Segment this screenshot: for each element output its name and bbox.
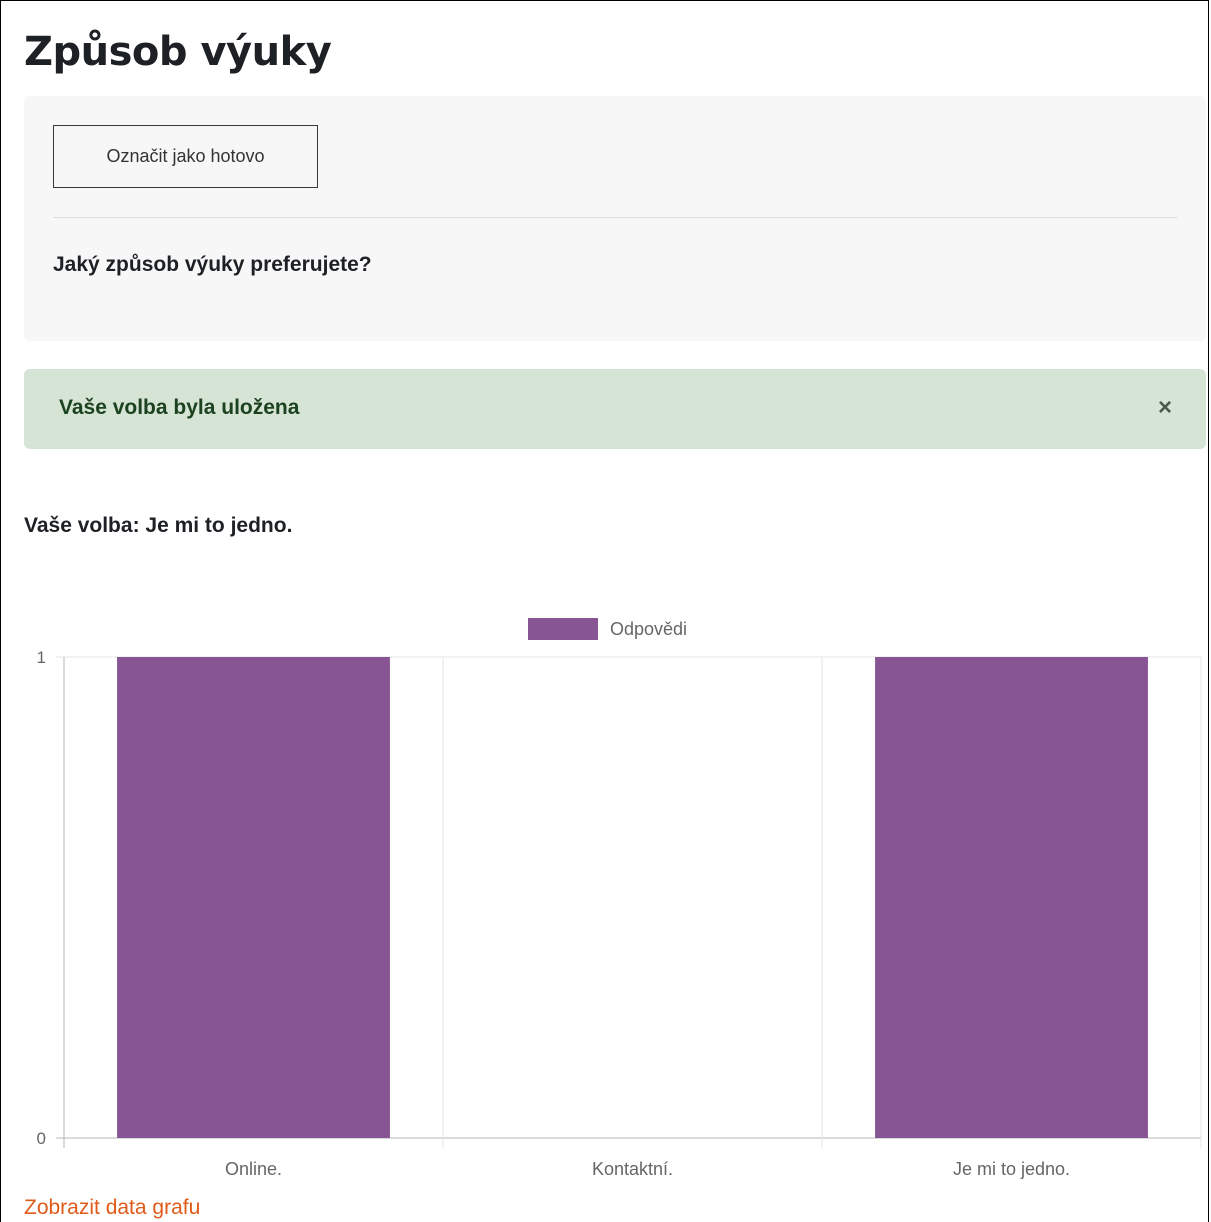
alert-message: Vaše volba byla uložena <box>59 396 300 419</box>
divider <box>53 217 1177 218</box>
success-alert: Vaše volba byla uložena × <box>24 369 1206 449</box>
responses-chart: 0 1 Online. Kontaktní. Je mi to jedno. Odpově… <box>37 618 1202 1179</box>
x-tick-label: Je mi to jedno. <box>953 1159 1070 1179</box>
legend-swatch <box>528 618 598 640</box>
close-icon[interactable]: × <box>1158 395 1172 421</box>
show-chart-data-link[interactable]: Zobrazit data grafu <box>24 1196 200 1220</box>
question-text: Jaký způsob výuky preferujete? <box>53 253 372 276</box>
y-tick-label: 1 <box>37 648 46 667</box>
your-choice-text: Vaše volba: Je mi to jedno. <box>24 514 293 537</box>
bar <box>875 657 1148 1138</box>
bar <box>117 657 390 1138</box>
x-tick-label: Kontaktní. <box>592 1159 673 1179</box>
mark-done-button[interactable]: Označit jako hotovo <box>53 125 318 188</box>
legend-label: Odpovědi <box>610 619 687 639</box>
page-title: Způsob výuky <box>24 29 332 75</box>
y-tick-label: 0 <box>37 1129 46 1148</box>
activity-box: Označit jako hotovo Jaký způsob výuky pr… <box>24 96 1206 341</box>
x-tick-label: Online. <box>225 1159 282 1179</box>
